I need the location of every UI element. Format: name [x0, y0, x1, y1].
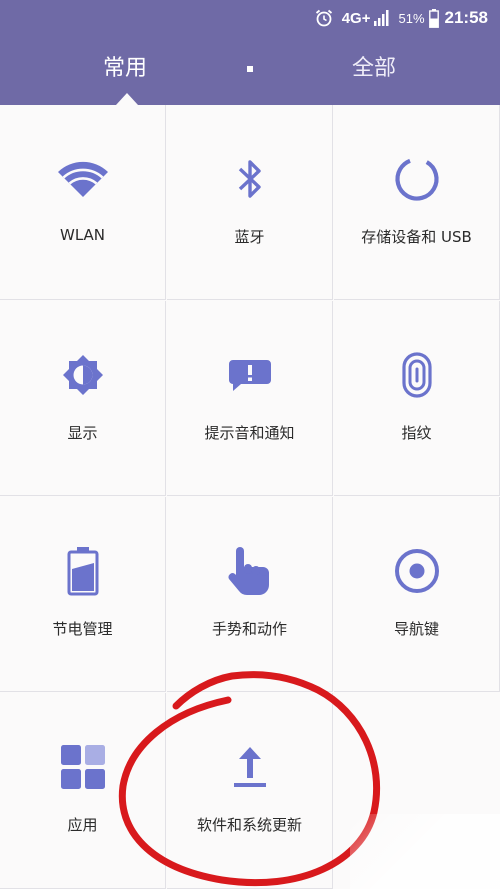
storage-icon: [390, 152, 444, 206]
setting-item-wlan[interactable]: WLAN: [0, 105, 166, 300]
setting-item-display[interactable]: 显示: [0, 301, 166, 496]
tab-separator-dot: [247, 66, 253, 72]
clock-time: 21:58: [444, 8, 488, 27]
upload-arrow-icon: [223, 740, 277, 794]
apps-grid-icon: [56, 740, 110, 794]
gesture-hand-icon: [223, 544, 277, 598]
setting-item-apps[interactable]: 应用: [0, 693, 166, 889]
setting-label: 显示: [67, 424, 98, 442]
setting-label: 手势和动作: [211, 620, 287, 638]
setting-label: 应用: [67, 816, 98, 834]
settings-grid: WLAN 蓝牙 存储设备和 USB 显示 提示音和通知 指纹 节电管理 手势和动…: [0, 105, 500, 889]
setting-item-sound-notification[interactable]: 提示音和通知: [167, 301, 333, 496]
setting-label: 指纹: [401, 424, 432, 442]
setting-label: 存储设备和 USB: [361, 228, 472, 246]
setting-item-fingerprint[interactable]: 指纹: [334, 301, 500, 496]
setting-label: 蓝牙: [234, 228, 265, 246]
empty-grid-cell: [334, 693, 500, 889]
signal-icon: [372, 9, 390, 27]
setting-item-bluetooth[interactable]: 蓝牙: [167, 105, 333, 300]
header-bar: 4G+ 51% 21:58 常用 全部: [0, 0, 500, 105]
setting-label: 导航键: [393, 620, 439, 638]
network-type: 4G+: [341, 9, 371, 27]
battery-percent: 51%: [398, 10, 425, 26]
setting-label: WLAN: [59, 226, 105, 244]
wifi-icon: [56, 152, 110, 206]
setting-label: 提示音和通知: [204, 424, 295, 442]
notification-icon: [223, 348, 277, 402]
fingerprint-icon: [390, 348, 444, 402]
setting-label: 软件和系统更新: [196, 816, 302, 834]
setting-item-power-saving[interactable]: 节电管理: [0, 497, 166, 692]
status-bar: 4G+ 51% 21:58: [0, 0, 500, 36]
setting-item-storage-usb[interactable]: 存储设备和 USB: [334, 105, 500, 300]
tab-selected-indicator: [116, 93, 138, 105]
setting-item-software-update[interactable]: 软件和系统更新: [167, 693, 333, 889]
setting-label: 节电管理: [52, 620, 113, 638]
battery-icon: [428, 8, 439, 28]
alarm-icon: [314, 8, 334, 28]
tab-bar: 常用 全部: [0, 36, 500, 105]
display-brightness-icon: [56, 348, 110, 402]
setting-item-gestures[interactable]: 手势和动作: [167, 497, 333, 692]
tab-common[interactable]: 常用: [103, 56, 147, 82]
tab-all[interactable]: 全部: [352, 56, 396, 82]
bluetooth-icon: [223, 152, 277, 206]
setting-item-navigation-key[interactable]: 导航键: [334, 497, 500, 692]
battery-saver-icon: [56, 544, 110, 598]
navigation-key-icon: [390, 544, 444, 598]
